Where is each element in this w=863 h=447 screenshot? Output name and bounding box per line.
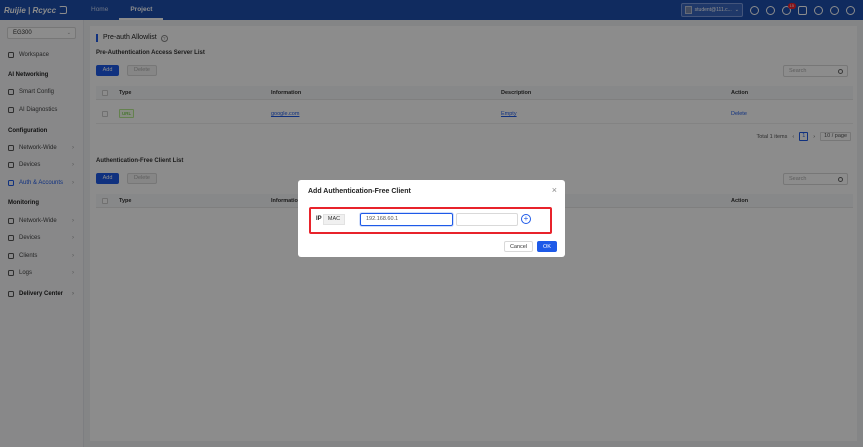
ip-range-end-input[interactable] — [456, 213, 518, 226]
ok-button[interactable]: OK — [537, 241, 557, 252]
ip-address-input[interactable]: 192.168.60.1 — [360, 213, 453, 226]
add-row-plus-icon[interactable]: + — [521, 214, 531, 224]
ip-address-value: 192.168.60.1 — [366, 216, 399, 222]
add-client-dialog: Add Authentication-Free Client × IP MAC … — [298, 180, 565, 257]
cancel-button[interactable]: Cancel — [504, 241, 533, 252]
mac-type-option[interactable]: MAC — [323, 214, 345, 225]
close-icon[interactable]: × — [552, 185, 557, 195]
ip-type-option[interactable]: IP — [316, 216, 322, 222]
dialog-title: Add Authentication-Free Client — [308, 188, 411, 195]
client-input-row: IP MAC 192.168.60.1 + — [309, 207, 552, 234]
